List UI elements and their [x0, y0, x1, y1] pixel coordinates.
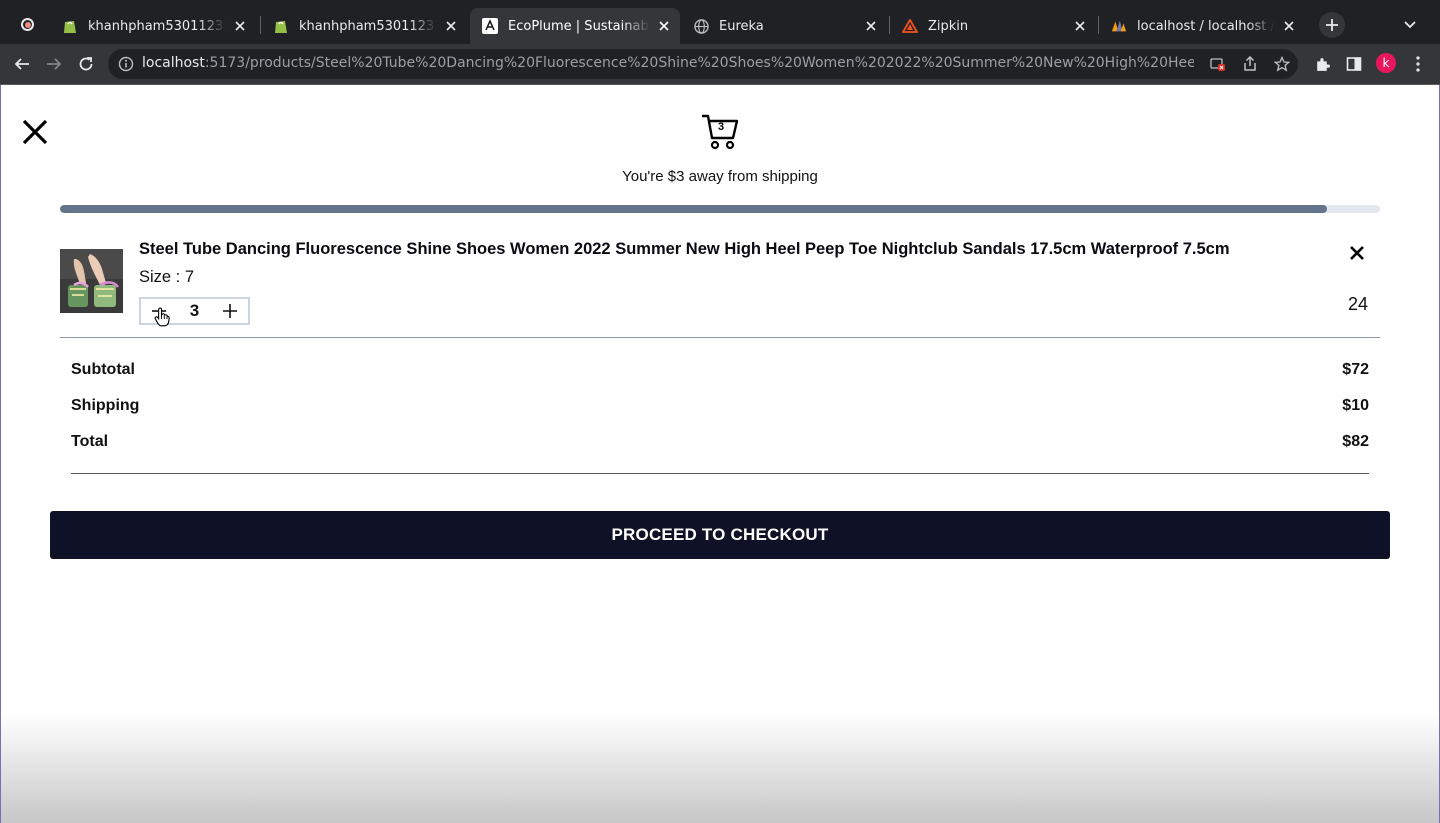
increase-quantity-button[interactable] — [212, 299, 248, 323]
cart-count-badge: 3 — [717, 121, 725, 133]
close-tab-icon[interactable] — [1072, 18, 1088, 34]
cart-item-price: 24 — [1347, 294, 1368, 314]
cart-icon: 3 — [700, 113, 740, 151]
subtotal-label: Subtotal — [71, 361, 135, 378]
url-text[interactable]: localhost:5173/products/Steel%20Tube%20D… — [142, 55, 1194, 71]
browser-tab-1[interactable]: khanhpham530112313 · F — [50, 8, 256, 44]
browser-tab-active[interactable]: EcoPlume | Sustainable S — [470, 8, 680, 44]
ecoplume-icon — [482, 18, 498, 34]
reload-icon[interactable] — [74, 52, 98, 76]
tab-label: EcoPlume | Sustainable S — [508, 18, 650, 34]
tab-label: Eureka — [719, 18, 764, 34]
url-path: :5173/products/Steel%20Tube%20Dancing%20… — [204, 55, 1194, 71]
browser-tab-2[interactable]: khanhpham530112313 · A — [261, 8, 467, 44]
progress-fill — [60, 205, 1328, 213]
new-tab-button[interactable] — [1319, 12, 1345, 38]
bottom-shadow-overlay — [0, 713, 1440, 823]
subtotal-row: Subtotal $72 — [71, 361, 1369, 385]
globe-icon — [693, 18, 709, 34]
browser-tab-5[interactable]: Zipkin — [890, 8, 1096, 44]
total-row: Total $82 — [71, 433, 1369, 457]
shopify-icon — [62, 18, 78, 34]
free-shipping-message: You're $3 away from shipping — [622, 168, 818, 185]
subtotal-value: $72 — [1342, 361, 1369, 378]
total-label: Total — [71, 433, 109, 450]
forward-arrow-icon[interactable] — [42, 52, 66, 76]
hand-pointer-cursor-icon — [154, 307, 172, 329]
zipkin-icon — [902, 18, 918, 34]
window-edge-left — [0, 85, 1, 823]
close-tab-icon[interactable] — [443, 18, 459, 34]
url-host: localhost — [142, 55, 205, 71]
bookmark-star-icon[interactable] — [1274, 56, 1290, 72]
cart-item-title[interactable]: Steel Tube Dancing Fluorescence Shine Sh… — [139, 240, 1319, 259]
cart-drawer: 3 You're $3 away from shipping Steel Tub… — [0, 85, 1440, 823]
remove-item-icon[interactable] — [1346, 242, 1368, 264]
browser-tab-bar: khanhpham530112313 · F khanhpham53011231… — [0, 0, 1440, 44]
blocked-popup-icon[interactable] — [1210, 56, 1226, 72]
address-bar[interactable]: localhost:5173/products/Steel%20Tube%20D… — [108, 49, 1298, 79]
shipping-row: Shipping $10 — [71, 397, 1369, 421]
close-tab-icon[interactable] — [1281, 18, 1297, 34]
browser-tab-6[interactable]: localhost / localhost / sto — [1099, 8, 1305, 44]
close-tab-icon[interactable] — [656, 18, 672, 34]
tab-search-chevron-icon[interactable] — [1399, 14, 1421, 36]
back-arrow-icon[interactable] — [10, 52, 34, 76]
profile-avatar[interactable]: k — [1376, 53, 1396, 73]
close-tab-icon[interactable] — [863, 18, 879, 34]
chrome-menu-icon[interactable] — [1408, 54, 1428, 74]
recording-indicator-icon — [21, 18, 34, 31]
close-tab-icon[interactable] — [232, 18, 248, 34]
extensions-puzzle-icon[interactable] — [1312, 54, 1332, 74]
side-panel-icon[interactable] — [1344, 54, 1364, 74]
quantity-value: 3 — [189, 301, 200, 320]
share-icon[interactable] — [1242, 56, 1258, 72]
tab-label: khanhpham530112313 · F — [88, 18, 226, 34]
item-divider — [60, 337, 1380, 338]
free-shipping-progress-bar — [60, 205, 1380, 213]
total-value: $82 — [1342, 433, 1369, 450]
tab-label: khanhpham530112313 · A — [299, 18, 437, 34]
cart-item-size: Size : 7 — [139, 268, 195, 286]
browser-tab-4[interactable]: Eureka — [681, 8, 887, 44]
shopify-icon — [273, 18, 289, 34]
proceed-to-checkout-button[interactable]: PROCEED TO CHECKOUT — [50, 511, 1390, 559]
shipping-value: $10 — [1342, 397, 1369, 414]
phpmyadmin-icon — [1111, 18, 1127, 34]
browser-toolbar: localhost:5173/products/Steel%20Tube%20D… — [0, 44, 1440, 84]
close-cart-icon[interactable] — [20, 117, 50, 147]
site-info-icon[interactable] — [118, 56, 134, 72]
product-thumbnail[interactable] — [60, 249, 123, 313]
shipping-label: Shipping — [71, 397, 140, 414]
tab-label: Zipkin — [928, 18, 969, 34]
summary-divider — [71, 473, 1369, 474]
tab-label: localhost / localhost / sto — [1137, 18, 1275, 34]
